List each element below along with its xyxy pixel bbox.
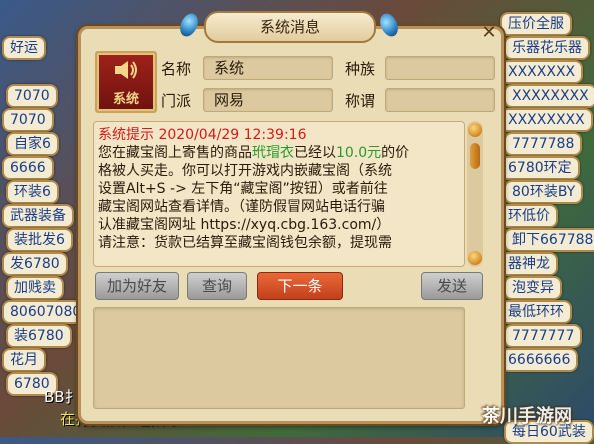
chat-tag[interactable]: 武器装备	[2, 204, 74, 228]
chat-tag[interactable]: 环装6	[6, 180, 59, 204]
chat-tag[interactable]: 7070	[6, 84, 58, 108]
speaker-icon	[115, 61, 137, 79]
chat-prefix: BB扌	[44, 388, 80, 406]
chat-tag[interactable]: 7777788	[504, 132, 583, 156]
chat-tag[interactable]: XXXXXXXX	[504, 84, 594, 108]
chat-tag[interactable]: 80环装BY	[504, 180, 584, 204]
system-message-dialog: 系统消息 ✕ 系统 名称 系统 种族 门派 网易 称谓 系统提示 2020/04…	[78, 10, 504, 424]
chat-tag[interactable]: 装批发6	[6, 228, 73, 252]
message-box[interactable]: 系统提示 2020/04/29 12:39:16 您在藏宝阁上寄售的商品玳瑁衣已…	[93, 121, 465, 267]
chat-tag[interactable]: 压价全服	[500, 12, 572, 36]
title-gem-icon	[376, 10, 402, 40]
chat-tag[interactable]: 自家6	[6, 132, 59, 156]
chat-tag[interactable]: 6666666	[500, 348, 579, 372]
chat-tag[interactable]: 环低价	[500, 204, 558, 228]
title-field	[385, 88, 495, 112]
message-header: 系统提示	[98, 127, 154, 143]
scroll-up-icon[interactable]	[468, 123, 482, 137]
avatar-label: 系统	[112, 92, 139, 107]
chat-tag[interactable]: 7070	[2, 108, 54, 132]
send-button[interactable]: 发送	[421, 272, 483, 300]
message-timestamp: 2020/04/29 12:39:16	[158, 127, 307, 143]
chat-tag[interactable]: 6780环定	[500, 156, 580, 180]
chat-tag[interactable]: 6666	[2, 156, 54, 180]
chat-tag[interactable]: 发6780	[2, 252, 68, 276]
chat-tag[interactable]: 加贱卖	[6, 276, 64, 300]
title-label: 称谓	[345, 92, 376, 110]
title-gem-icon	[176, 10, 202, 40]
name-label: 名称	[161, 60, 192, 78]
message-line3: 设置Alt+S -> 左下角“藏宝阁”按钮）或者前往	[98, 181, 388, 197]
scroll-down-icon[interactable]	[468, 251, 482, 265]
message-item: 玳瑁衣	[252, 145, 294, 161]
school-label: 门派	[161, 92, 192, 110]
reply-input[interactable]	[93, 307, 465, 409]
query-button[interactable]: 查询	[187, 272, 247, 300]
message-line2: 格被人买走。你可以打开游戏内嵌藏宝阁（系统	[98, 163, 392, 179]
dialog-title: 系统消息	[204, 11, 376, 43]
chat-tag[interactable]: 器神龙	[500, 252, 558, 276]
message-line4: 藏宝阁网站查看详情。（谨防假冒网站电话行骗	[98, 199, 385, 215]
chat-tag[interactable]: 花月	[2, 348, 46, 372]
message-line1b: 已经以	[294, 145, 336, 161]
clan-label: 种族	[345, 60, 376, 78]
name-field: 系统	[203, 56, 333, 80]
chat-tag[interactable]: XXXXXXXX	[500, 108, 593, 132]
message-line1a: 您在藏宝阁上寄售的商品	[98, 145, 252, 161]
chat-tag[interactable]: 卸下667788	[504, 228, 594, 252]
scroll-thumb[interactable]	[470, 143, 480, 169]
message-line6: 请注意：货款已结算至藏宝阁钱包余额，提现需	[98, 235, 392, 251]
message-text: 系统提示 2020/04/29 12:39:16 您在藏宝阁上寄售的商品玳瑁衣已…	[98, 126, 460, 252]
message-price: 10.0元	[336, 145, 382, 161]
chat-tag[interactable]: 最低环环	[500, 300, 572, 324]
chat-tag[interactable]: 7777777	[504, 324, 583, 348]
close-button[interactable]: ✕	[479, 23, 499, 43]
chat-tag[interactable]: 装6780	[6, 324, 72, 348]
chat-tag[interactable]: 泡变异	[504, 276, 562, 300]
message-line5: 认准藏宝阁网址 https://xyq.cbg.163.com/）	[98, 217, 391, 233]
site-watermark: 茶川手游网	[482, 406, 572, 427]
chat-tag[interactable]: 好运	[2, 36, 46, 60]
clan-field	[385, 56, 495, 80]
chat-tag[interactable]: XXXXXXX	[500, 60, 584, 84]
chat-tag[interactable]: 乐器花乐器	[504, 36, 590, 60]
next-message-button[interactable]: 下一条	[257, 272, 343, 300]
message-line1c: 的价	[381, 145, 410, 161]
school-field: 网易	[203, 88, 333, 112]
add-friend-button[interactable]: 加为好友	[95, 272, 179, 300]
system-avatar: 系统	[95, 51, 157, 113]
